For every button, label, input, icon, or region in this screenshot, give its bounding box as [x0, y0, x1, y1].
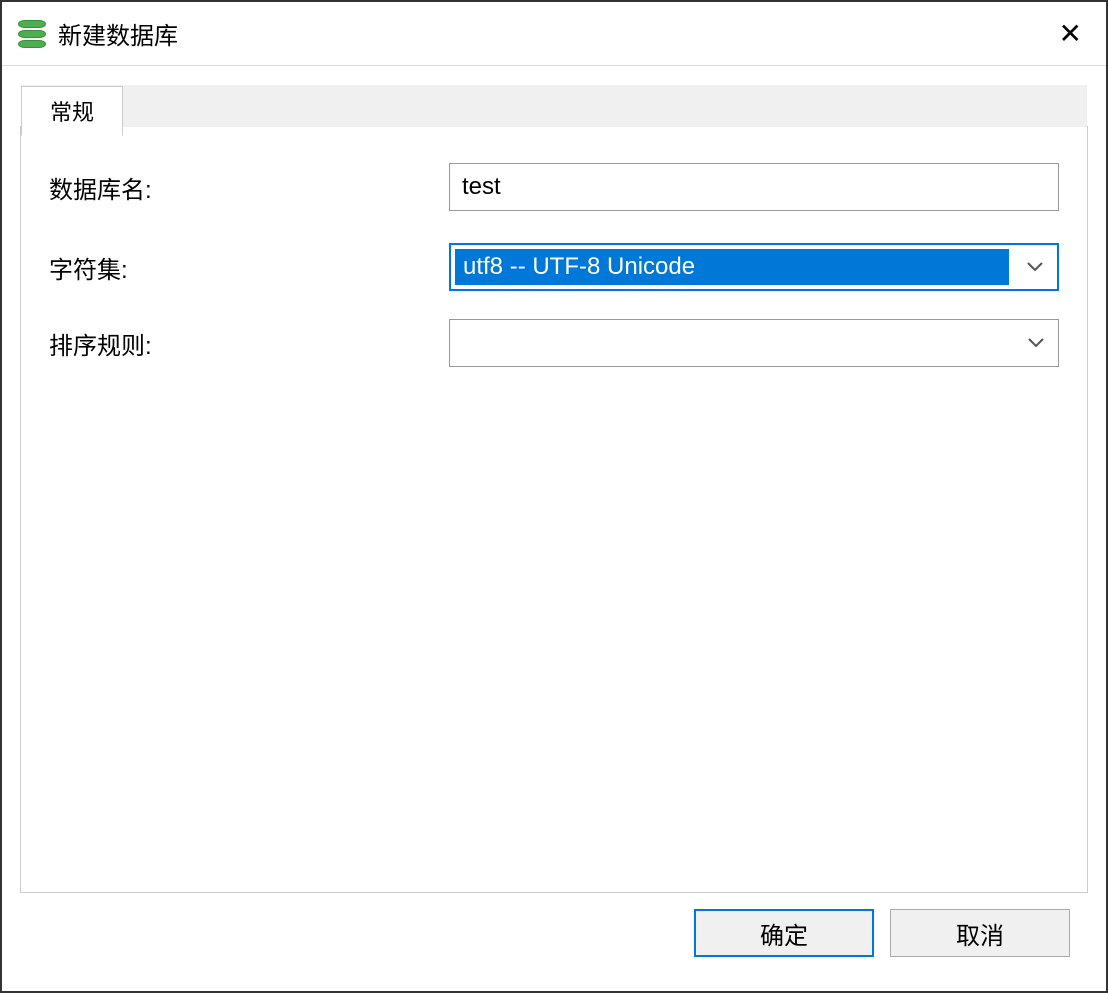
collation-dropdown[interactable] — [449, 319, 1059, 367]
charset-label: 字符集: — [49, 250, 449, 285]
charset-dropdown[interactable]: utf8 -- UTF-8 Unicode — [449, 243, 1059, 291]
database-name-row: 数据库名: — [49, 163, 1059, 211]
chevron-down-icon — [1014, 338, 1058, 348]
charset-row: 字符集: utf8 -- UTF-8 Unicode — [49, 243, 1059, 291]
charset-value: utf8 -- UTF-8 Unicode — [455, 249, 1009, 285]
database-name-label: 数据库名: — [49, 170, 449, 205]
content-area: 常规 数据库名: 字符集: utf8 -- UTF-8 Unicode — [2, 66, 1106, 991]
database-icon — [18, 20, 46, 48]
cancel-button[interactable]: 取消 — [890, 909, 1070, 957]
close-icon: ✕ — [1059, 18, 1082, 49]
database-name-input[interactable] — [449, 163, 1059, 211]
tab-header: 常规 — [21, 85, 1087, 127]
tab-general[interactable]: 常规 — [21, 86, 123, 136]
tab-container: 常规 数据库名: 字符集: utf8 -- UTF-8 Unicode — [20, 126, 1088, 893]
collation-value — [454, 339, 1010, 347]
collation-row: 排序规则: — [49, 319, 1059, 367]
titlebar: 新建数据库 ✕ — [2, 2, 1106, 66]
tab-body: 数据库名: 字符集: utf8 -- UTF-8 Unicode — [21, 127, 1087, 403]
dialog-title: 新建数据库 — [58, 16, 1051, 51]
close-button[interactable]: ✕ — [1051, 17, 1090, 50]
chevron-down-icon — [1013, 262, 1057, 272]
ok-button[interactable]: 确定 — [694, 909, 874, 957]
dialog-footer: 确定 取消 — [20, 893, 1088, 973]
collation-label: 排序规则: — [49, 326, 449, 361]
new-database-dialog: 新建数据库 ✕ 常规 数据库名: 字符集: utf8 -- — [0, 0, 1108, 993]
tab-wrapper: 常规 数据库名: 字符集: utf8 -- UTF-8 Unicode — [20, 126, 1088, 893]
